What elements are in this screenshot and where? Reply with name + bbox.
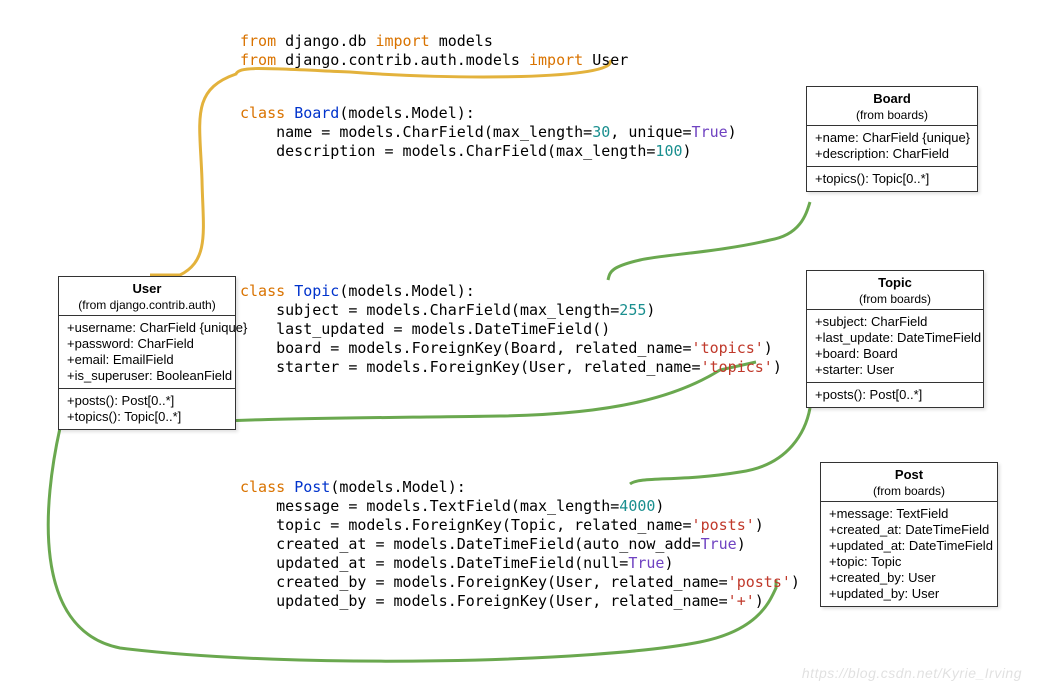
code-post: class Post(models.Model): message = mode… [240,478,800,611]
uml-operations: +posts(): Post[0..*]+topics(): Topic[0..… [59,389,235,429]
code-imports: from django.db import modelsfrom django.… [240,32,628,70]
diagram-canvas: from django.db import modelsfrom django.… [0,0,1038,685]
uml-title: User(from django.contrib.auth) [59,277,235,316]
watermark: https://blog.csdn.net/Kyrie_Irving [802,665,1022,681]
uml-attributes: +subject: CharField+last_update: DateTim… [807,310,983,383]
uml-operations: +topics(): Topic[0..*] [807,167,977,191]
code-board: class Board(models.Model): name = models… [240,104,737,161]
uml-attributes: +name: CharField {unique}+description: C… [807,126,977,167]
uml-user: User(from django.contrib.auth)+username:… [58,276,236,430]
uml-attributes: +message: TextField+created_at: DateTime… [821,502,997,606]
uml-board: Board(from boards)+name: CharField {uniq… [806,86,978,192]
uml-post: Post(from boards)+message: TextField+cre… [820,462,998,607]
uml-topic: Topic(from boards)+subject: CharField+la… [806,270,984,408]
uml-title: Topic(from boards) [807,271,983,310]
uml-attributes: +username: CharField {unique}+password: … [59,316,235,389]
uml-operations: +posts(): Post[0..*] [807,383,983,407]
uml-title: Post(from boards) [821,463,997,502]
uml-title: Board(from boards) [807,87,977,126]
code-topic: class Topic(models.Model): subject = mod… [240,282,782,377]
